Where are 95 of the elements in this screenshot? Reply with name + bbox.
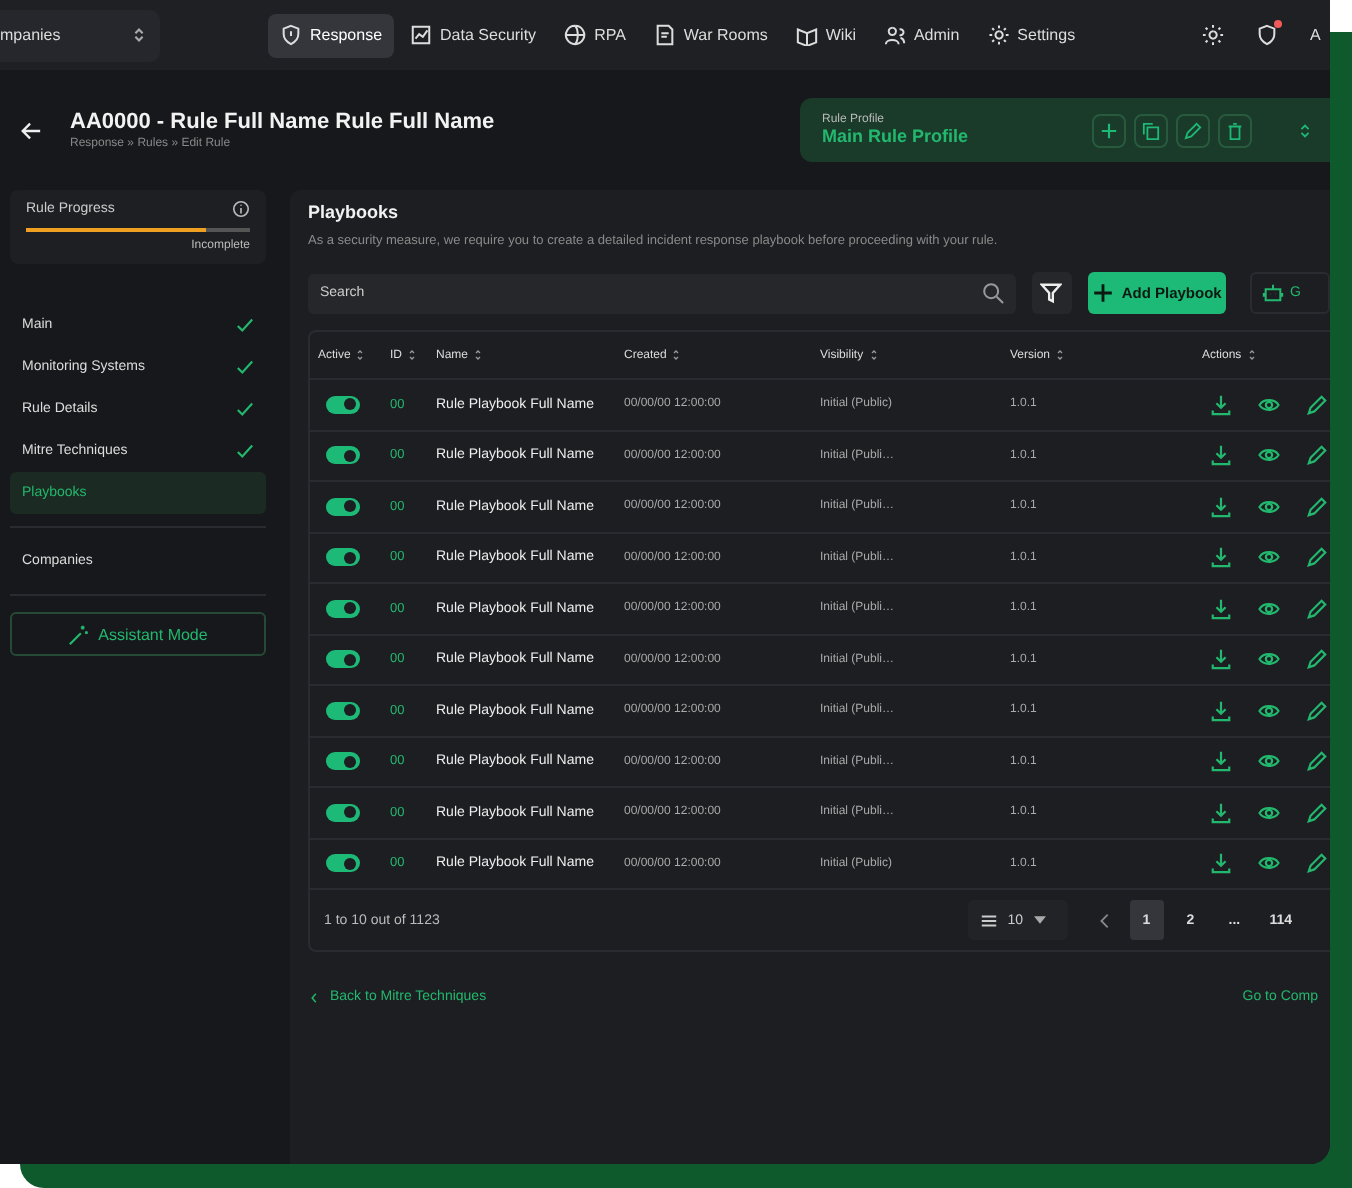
profile-name: Main Rule Profile (822, 126, 969, 146)
checkmark-icon (236, 400, 254, 418)
eye-icon[interactable] (1258, 648, 1280, 671)
shield-icon[interactable] (1256, 24, 1278, 46)
copy-button[interactable] (1134, 113, 1168, 147)
info-icon[interactable] (232, 200, 250, 218)
nav-item[interactable]: A (1310, 26, 1322, 44)
download-icon[interactable] (1210, 393, 1232, 416)
checkmark-icon (236, 316, 254, 334)
pencil-icon[interactable] (1306, 393, 1328, 416)
eye-icon[interactable] (1258, 750, 1280, 773)
nav-tab[interactable]: Wiki (783, 13, 868, 57)
eye-icon[interactable] (1258, 393, 1280, 416)
pencil-icon[interactable] (1306, 495, 1328, 518)
sort-icon (1247, 348, 1256, 362)
pencil-icon[interactable] (1306, 801, 1328, 824)
nav-tab[interactable]: Admin (871, 13, 972, 57)
eye-icon[interactable] (1258, 597, 1280, 620)
download-icon[interactable] (1210, 852, 1232, 875)
sort-icon (1056, 348, 1065, 362)
globe-icon (564, 24, 587, 46)
document-icon (653, 24, 676, 46)
pencil-icon[interactable] (1306, 699, 1328, 722)
delete-button[interactable] (1218, 113, 1252, 147)
checkmark-icon (236, 442, 254, 460)
company-select[interactable]: mpanies (0, 9, 160, 61)
chevron-up-down-icon (130, 26, 148, 44)
download-icon[interactable] (1210, 597, 1232, 620)
download-icon[interactable] (1210, 801, 1232, 824)
pencil-icon[interactable] (1306, 444, 1328, 467)
active-toggle[interactable] (326, 548, 360, 567)
active-toggle[interactable] (326, 854, 360, 873)
active-toggle[interactable] (326, 803, 360, 822)
download-icon[interactable] (1210, 699, 1232, 722)
pencil-icon[interactable] (1306, 750, 1328, 773)
sort-icon (869, 348, 878, 362)
panel-title: Playbooks (308, 202, 401, 222)
download-icon[interactable] (1210, 444, 1232, 467)
nav-tab[interactable]: Response (268, 13, 395, 57)
shield-icon (280, 24, 302, 46)
filter-button[interactable] (1032, 272, 1072, 314)
active-toggle[interactable] (326, 752, 360, 771)
pencil-icon[interactable] (1306, 852, 1328, 875)
download-icon[interactable] (1210, 546, 1232, 569)
eye-icon[interactable] (1258, 801, 1280, 824)
pencil-icon[interactable] (1306, 597, 1328, 620)
edit-button[interactable] (1176, 113, 1210, 147)
chevron-left-icon (308, 991, 320, 1003)
list-icon (979, 911, 998, 929)
plus-icon (1100, 121, 1118, 139)
copy-icon (1142, 121, 1160, 139)
eye-icon[interactable] (1258, 546, 1280, 569)
line-chart-icon (410, 24, 433, 46)
active-toggle[interactable] (326, 497, 360, 516)
nav-tab[interactable]: Data Security (398, 13, 549, 57)
search-icon (982, 282, 1004, 304)
active-toggle[interactable] (326, 701, 360, 720)
back-arrow-icon[interactable] (20, 119, 42, 141)
settings-icon (987, 24, 1010, 46)
eye-icon[interactable] (1258, 852, 1280, 875)
sort-icon (672, 348, 681, 362)
download-icon[interactable] (1210, 495, 1232, 518)
sort-icon (356, 348, 365, 362)
trash-icon (1226, 121, 1244, 139)
add-button[interactable] (1092, 113, 1126, 147)
pencil-icon[interactable] (1306, 546, 1328, 569)
plus-icon (1091, 282, 1114, 304)
nav-tab[interactable]: RPA (552, 13, 638, 57)
eye-icon[interactable] (1258, 444, 1280, 467)
robot-icon (1262, 282, 1284, 304)
sun-icon[interactable] (1202, 24, 1224, 46)
active-toggle[interactable] (326, 446, 360, 465)
eye-icon[interactable] (1258, 699, 1280, 722)
caret-down-icon (1033, 914, 1045, 926)
filter-icon (1040, 282, 1063, 304)
sort-icon (408, 348, 416, 362)
users-icon (883, 24, 906, 46)
checkmark-icon (236, 358, 254, 376)
download-icon[interactable] (1210, 750, 1232, 773)
chevron-left-icon[interactable] (1095, 911, 1114, 929)
page-title: AA0000 - Rule Full Name Rule Full Name (70, 110, 497, 134)
active-toggle[interactable] (326, 650, 360, 669)
active-toggle[interactable] (326, 395, 360, 414)
download-icon[interactable] (1210, 648, 1232, 671)
nav-tab[interactable]: War Rooms (641, 13, 780, 57)
chevron-up-down-icon (1296, 121, 1314, 139)
eye-icon[interactable] (1258, 495, 1280, 518)
pencil-icon[interactable] (1306, 648, 1328, 671)
assistant-mode-button[interactable]: Assistant Mode (10, 612, 266, 656)
book-icon (795, 24, 818, 46)
pencil-icon (1184, 121, 1202, 139)
nav-tab[interactable]: Settings (975, 13, 1088, 57)
magic-wand-icon (68, 623, 91, 645)
active-toggle[interactable] (326, 599, 360, 618)
sort-icon (474, 348, 483, 362)
